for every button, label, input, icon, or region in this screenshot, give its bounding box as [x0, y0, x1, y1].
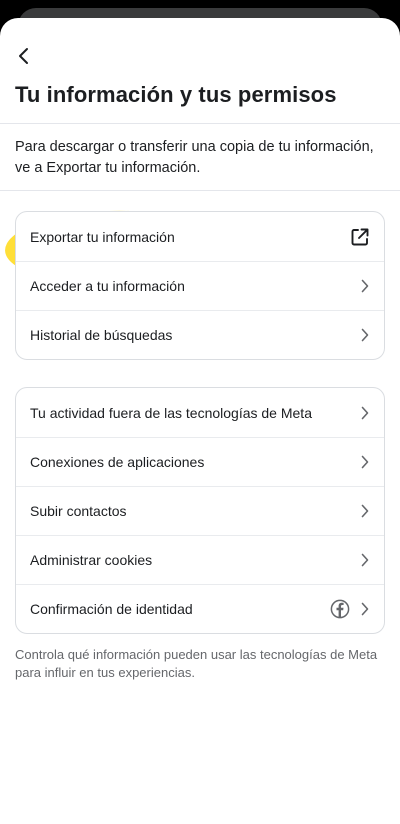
permissions-card: Tu actividad fuera de las tecnologías de… — [15, 387, 385, 634]
chevron-right-icon — [361, 406, 369, 419]
row-off-meta-activity[interactable]: Tu actividad fuera de las tecnologías de… — [16, 388, 384, 437]
chevron-right-icon — [361, 602, 369, 616]
footer-text: Controla qué información pueden usar las… — [15, 647, 378, 680]
divider — [0, 123, 400, 124]
intro-text: Para descargar o transferir una copia de… — [15, 139, 374, 176]
row-label: Confirmación de identidad — [30, 601, 193, 617]
row-identity-confirmation[interactable]: Confirmación de identidad — [16, 584, 384, 633]
row-label: Historial de búsquedas — [30, 327, 173, 343]
chevron-right-icon — [361, 553, 369, 567]
data-card: Exportar tu información Acceder a tu inf… — [15, 211, 385, 360]
row-label: Exportar tu información — [30, 228, 175, 245]
bottom-sheet: Tu información y tus permisos Para desca… — [0, 18, 400, 824]
row-upload-contacts[interactable]: Subir contactos — [16, 486, 384, 535]
chevron-left-icon — [19, 48, 28, 64]
row-label: Tu actividad fuera de las tecnologías de… — [30, 404, 312, 421]
row-search-history[interactable]: Historial de búsquedas — [16, 310, 384, 359]
row-export-information[interactable]: Exportar tu información — [16, 212, 384, 261]
back-button[interactable] — [10, 42, 38, 70]
page-title: Tu información y tus permisos — [15, 82, 337, 107]
chevron-right-icon — [361, 328, 369, 342]
chevron-right-icon — [361, 279, 369, 293]
row-label: Administrar cookies — [30, 552, 153, 568]
row-label: Conexiones de aplicaciones — [30, 454, 205, 470]
row-app-connections[interactable]: Conexiones de aplicaciones — [16, 437, 384, 486]
row-label: Subir contactos — [30, 503, 127, 519]
row-label: Acceder a tu información — [30, 278, 185, 294]
chevron-right-icon — [361, 455, 369, 469]
divider — [0, 190, 400, 191]
chevron-right-icon — [361, 504, 369, 518]
facebook-icon — [330, 599, 350, 619]
row-access-information[interactable]: Acceder a tu información — [16, 261, 384, 310]
external-link-icon — [351, 228, 369, 245]
row-manage-cookies[interactable]: Administrar cookies — [16, 535, 384, 584]
